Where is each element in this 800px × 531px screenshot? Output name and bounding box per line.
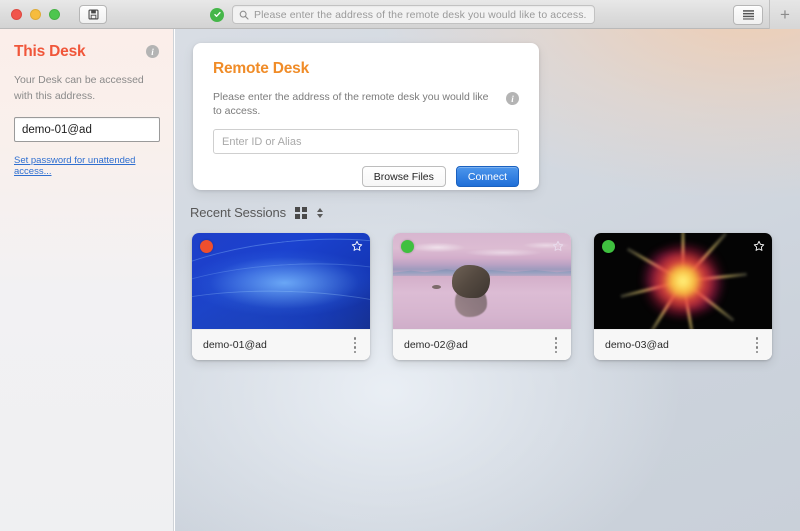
close-button[interactable] [11, 8, 22, 20]
add-button[interactable]: + [769, 0, 800, 29]
session-thumbnail[interactable] [192, 233, 370, 329]
favorite-star-icon[interactable] [753, 239, 765, 257]
this-desk-address-field[interactable]: demo-01@ad [14, 117, 160, 142]
session-card-footer: demo-02@ad [393, 329, 571, 360]
this-desk-sidebar: This Desk i Your Desk can be accessed wi… [0, 29, 174, 531]
favorite-star-icon[interactable] [351, 239, 363, 257]
remote-desk-info-icon[interactable]: i [506, 92, 519, 105]
this-desk-description: Your Desk can be accessed with this addr… [14, 74, 144, 102]
sidebar-title: This Desk [14, 43, 86, 60]
recent-sessions-list: demo-01@ad demo-02@ad demo-03@ad [192, 233, 772, 360]
address-search-area: Please enter the address of the remote d… [210, 5, 595, 24]
grid-view-icon[interactable] [295, 206, 308, 219]
remote-desk-description: Please enter the address of the remote d… [213, 91, 489, 117]
session-thumbnail[interactable] [393, 233, 571, 329]
browse-files-button[interactable]: Browse Files [361, 166, 446, 187]
session-menu-icon[interactable] [752, 334, 763, 356]
app-window: Please enter the address of the remote d… [0, 0, 800, 531]
recent-sessions-title: Recent Sessions [190, 205, 287, 220]
session-card[interactable]: demo-03@ad [594, 233, 772, 360]
remote-id-input[interactable]: Enter ID or Alias [213, 129, 519, 154]
sort-chevrons-icon[interactable] [317, 207, 324, 218]
remote-desk-card: Remote Desk Please enter the address of … [193, 43, 539, 190]
session-label: demo-01@ad [203, 339, 267, 351]
session-thumbnail[interactable] [594, 233, 772, 329]
window-controls [11, 8, 60, 20]
session-card-footer: demo-01@ad [192, 329, 370, 360]
status-indicator [200, 240, 213, 253]
connect-button[interactable]: Connect [455, 166, 519, 187]
this-desk-info-icon[interactable]: i [146, 45, 159, 58]
status-indicator [401, 240, 414, 253]
remote-desk-title: Remote Desk [213, 60, 310, 77]
sidebar-header: This Desk i [14, 43, 159, 61]
minimize-button[interactable] [30, 8, 41, 20]
session-label: demo-02@ad [404, 339, 468, 351]
favorite-star-icon[interactable] [552, 239, 564, 257]
session-card[interactable]: demo-01@ad [192, 233, 370, 360]
session-card-footer: demo-03@ad [594, 329, 772, 360]
session-menu-icon[interactable] [350, 334, 361, 356]
maximize-button[interactable] [49, 8, 60, 20]
search-placeholder-text: Please enter the address of the remote d… [254, 8, 587, 21]
save-session-button[interactable] [79, 4, 107, 24]
list-view-button[interactable] [733, 4, 763, 25]
set-password-link[interactable]: Set password for unattended access... [14, 155, 159, 177]
remote-desk-actions: Browse Files Connect [213, 166, 519, 187]
recent-sessions-header: Recent Sessions [190, 205, 324, 220]
remote-desk-description-row: Please enter the address of the remote d… [213, 90, 519, 118]
connection-status-check-icon [210, 7, 224, 22]
main-content: Remote Desk Please enter the address of … [175, 29, 800, 531]
session-card[interactable]: demo-02@ad [393, 233, 571, 360]
search-input[interactable]: Please enter the address of the remote d… [232, 5, 595, 24]
titlebar-right-controls: + [733, 0, 800, 29]
list-view-icon [742, 10, 754, 20]
save-disk-icon [87, 8, 99, 20]
session-menu-icon[interactable] [551, 334, 562, 356]
session-label: demo-03@ad [605, 339, 669, 351]
title-bar: Please enter the address of the remote d… [0, 0, 800, 29]
status-indicator [602, 240, 615, 253]
magnifier-icon [239, 10, 249, 20]
